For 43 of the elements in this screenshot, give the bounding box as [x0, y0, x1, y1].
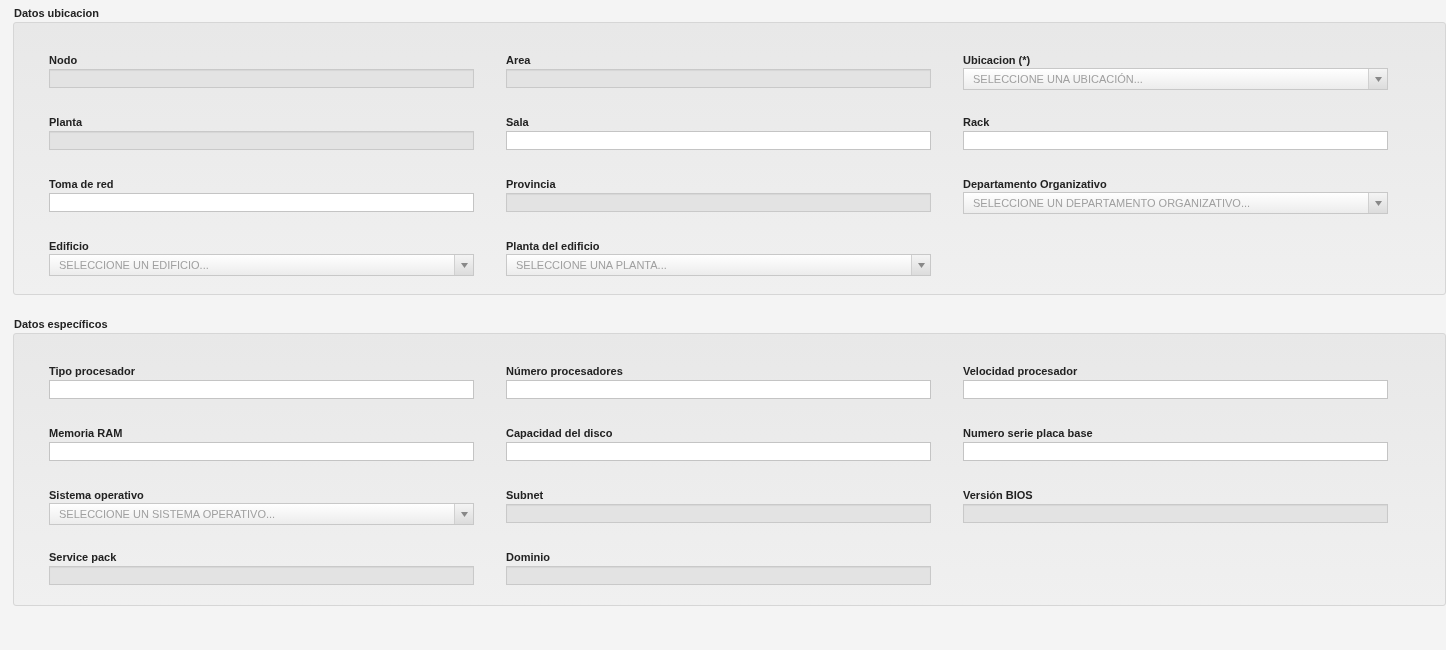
caret-icon: [917, 262, 925, 268]
field-label: Ubicacion (*): [963, 53, 1032, 67]
field-label: Sistema operativo: [49, 488, 145, 502]
caret-icon: [460, 511, 468, 517]
field-label: Toma de red: [49, 177, 115, 191]
dropdown-field[interactable]: SELECCIONE UN SISTEMA OPERATIVO...: [49, 503, 474, 525]
text-field[interactable]: [49, 193, 474, 212]
field-label: Número procesadores: [506, 364, 624, 378]
field-label: Nodo: [49, 53, 79, 67]
text-field[interactable]: [506, 131, 931, 150]
section-title: Datos ubicacion: [13, 6, 100, 21]
text-field[interactable]: [506, 442, 931, 461]
text-field[interactable]: [49, 380, 474, 399]
dropdown-field[interactable]: SELECCIONE UNA UBICACIÓN...: [963, 68, 1388, 90]
field-label: Area: [506, 53, 532, 67]
field-label: Velocidad procesador: [963, 364, 1079, 378]
field-label: Subnet: [506, 488, 545, 502]
dropdown-field[interactable]: SELECCIONE UN EDIFICIO...: [49, 254, 474, 276]
text-field[interactable]: [963, 442, 1388, 461]
field-label: Provincia: [506, 177, 557, 191]
field-label: Edificio: [49, 239, 90, 253]
field-label: Sala: [506, 115, 530, 129]
field-label: Memoria RAM: [49, 426, 124, 440]
field-label: Planta: [49, 115, 84, 129]
field-label: Tipo procesador: [49, 364, 136, 378]
field-label: Service pack: [49, 550, 118, 564]
field-label: Versión BIOS: [963, 488, 1034, 502]
dropdown-field[interactable]: SELECCIONE UN DEPARTAMENTO ORGANIZATIVO...: [963, 192, 1388, 214]
text-field[interactable]: [49, 442, 474, 461]
caret-icon: [460, 262, 468, 268]
section-title: Datos específicos: [13, 317, 109, 332]
text-field[interactable]: [963, 131, 1388, 150]
field-label: Rack: [963, 115, 991, 129]
field-label: Dominio: [506, 550, 551, 564]
field-label: Departamento Organizativo: [963, 177, 1108, 191]
field-label: Planta del edificio: [506, 239, 601, 253]
field-label: Capacidad del disco: [506, 426, 614, 440]
caret-icon: [1374, 200, 1382, 206]
dropdown-field[interactable]: SELECCIONE UNA PLANTA...: [506, 254, 931, 276]
caret-icon: [1374, 76, 1382, 82]
text-field[interactable]: [963, 380, 1388, 399]
field-label: Numero serie placa base: [963, 426, 1094, 440]
text-field[interactable]: [506, 380, 931, 399]
